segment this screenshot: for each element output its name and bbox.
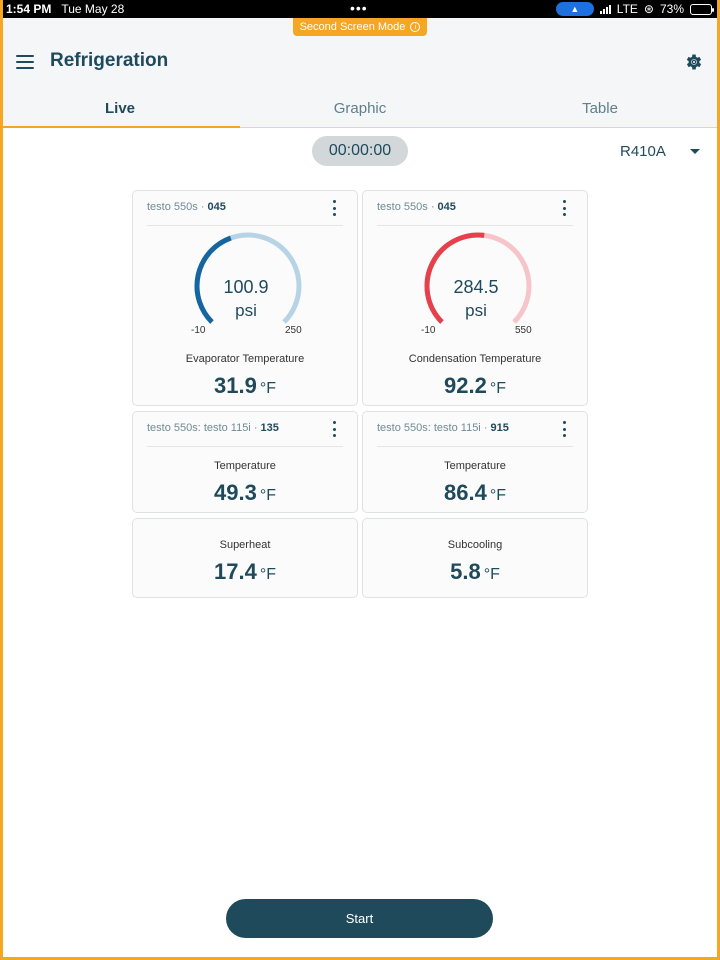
metric-value: 92.2 °F (444, 373, 506, 398)
metric-value: 31.9 °F (214, 373, 276, 398)
gear-icon[interactable] (684, 52, 704, 72)
status-date: Tue May 28 (61, 2, 125, 16)
more-options-icon[interactable] (331, 200, 337, 216)
location-pill-icon: ▲ (555, 2, 594, 16)
card-device-label: testo 550s: testo 115i · 135 (147, 422, 279, 434)
divider (147, 446, 343, 447)
pressure-unit: psi (465, 301, 487, 320)
divider (377, 446, 573, 447)
metric-value: 86.4 °F (444, 480, 506, 505)
probe-card: testo 550s: testo 115i · 135 Temperature… (132, 411, 358, 513)
metric-value: 5.8 °F (450, 559, 500, 584)
metric-label: Temperature (214, 460, 276, 472)
network-label: LTE (616, 2, 638, 16)
status-time: 1:54 PM (6, 2, 52, 16)
measurement-timer: 00:00:00 (312, 136, 408, 166)
battery-icon (690, 3, 714, 15)
metric-value: 17.4 °F (214, 559, 276, 584)
metric-value: 49.3 °F (214, 480, 276, 505)
divider (377, 225, 573, 226)
info-icon[interactable]: i (410, 22, 421, 32)
gauge-card-evaporator: testo 550s · 045 100.9 psi -10 250 Evapo… (132, 190, 358, 406)
metric-label: Condensation Temperature (408, 353, 542, 365)
refrigerant-select[interactable]: R410A (620, 143, 700, 160)
start-button[interactable]: Start (226, 899, 493, 938)
card-device-label: testo 550s · 045 (147, 201, 226, 213)
hamburger-menu-icon[interactable] (16, 55, 34, 69)
metric-label: Superheat (219, 539, 271, 551)
gauge-max-label: 250 (285, 325, 302, 336)
gauge-card-condensation: testo 550s · 045 284.5 psi -10 550 Conde… (362, 190, 588, 406)
tab-graphic[interactable]: Graphic (240, 88, 480, 128)
probe-card: testo 550s: testo 115i · 915 Temperature… (362, 411, 588, 513)
signal-icon (599, 4, 611, 14)
battery-label: 73% (659, 2, 684, 16)
more-options-icon[interactable] (561, 421, 567, 437)
tab-bar: Live Graphic Table (0, 88, 720, 128)
page-title: Refrigeration (50, 50, 169, 71)
dropdown-caret-icon (690, 149, 700, 154)
pressure-value: 100.9 (223, 277, 269, 297)
orientation-lock-icon: ⊛ (643, 2, 654, 16)
divider (147, 225, 343, 226)
more-options-icon[interactable] (331, 421, 337, 437)
metric-label: Temperature (444, 460, 506, 472)
more-options-icon[interactable] (561, 200, 567, 216)
tab-table[interactable]: Table (480, 88, 720, 128)
refrigerant-value: R410A (620, 143, 666, 160)
subcooling-card: Subcooling 5.8 °F (362, 518, 588, 598)
metric-label: Subcooling (447, 539, 503, 551)
status-bar: 1:54 PM Tue May 28 ••• ▲ LTE ⊛ 73% (0, 0, 720, 18)
status-indicators: ▲ LTE ⊛ 73% (555, 2, 714, 16)
metric-label: Evaporator Temperature (185, 353, 305, 365)
superheat-card: Superheat 17.4 °F (132, 518, 358, 598)
tab-live[interactable]: Live (0, 88, 240, 128)
pressure-value: 284.5 (453, 277, 499, 297)
multitasking-dots-icon[interactable]: ••• (350, 1, 368, 15)
pressure-unit: psi (235, 301, 257, 320)
gauge-min-label: -10 (421, 325, 436, 336)
second-screen-banner[interactable]: Second Screen Mode i (293, 18, 427, 36)
second-screen-label: Second Screen Mode (299, 21, 406, 33)
card-device-label: testo 550s · 045 (377, 201, 456, 213)
gauge-min-label: -10 (191, 325, 206, 336)
gauge-max-label: 550 (515, 325, 532, 336)
card-device-label: testo 550s: testo 115i · 915 (377, 422, 509, 434)
